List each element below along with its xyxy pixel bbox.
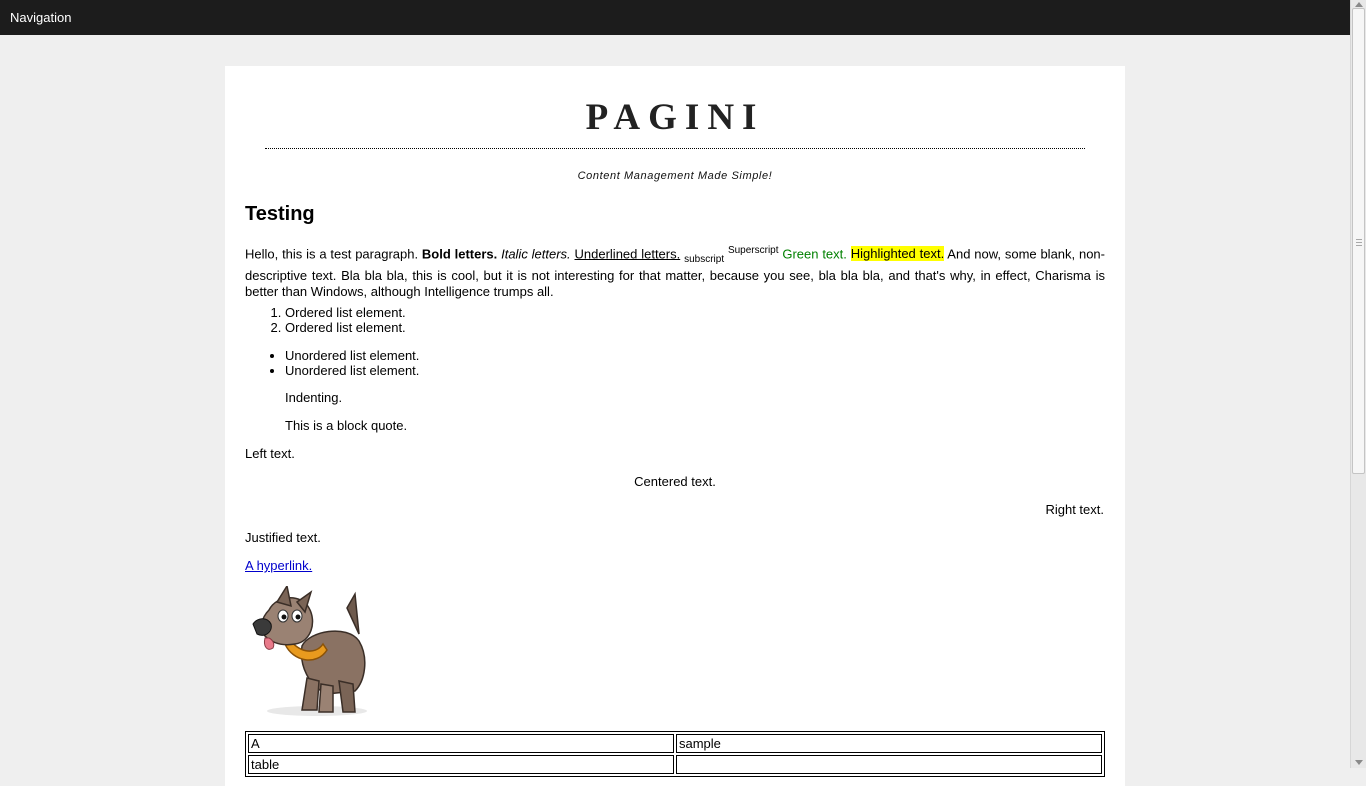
table-row: A sample [248,734,1102,753]
unordered-list: Unordered list element. Unordered list e… [245,348,419,378]
scroll-down-arrow-icon[interactable] [1355,760,1363,765]
vertical-scrollbar[interactable] [1350,0,1366,768]
left-aligned-text: Left text. [245,446,295,461]
scroll-thumb[interactable] [1352,8,1365,474]
navigation-toggle[interactable]: Navigation [10,10,71,25]
site-title: PAGINI [585,97,765,138]
justified-text: Justified text. [245,530,321,545]
list-item: Ordered list element. [285,320,406,335]
right-aligned-text: Right text. [1045,502,1104,517]
table-row: table [248,755,1102,774]
cartoon-dog-icon [252,586,367,716]
block-quote: This is a block quote. [285,418,408,433]
green-text: Green text. [782,246,847,262]
table-cell: A [248,734,674,753]
list-item: Unordered list element. [285,348,419,363]
ordered-list: Ordered list element. Ordered list eleme… [245,305,406,335]
site-tagline: Content Management Made Simple! [577,170,773,182]
scroll-up-arrow-icon[interactable] [1355,2,1363,7]
superscript-text: Superscript [727,245,779,256]
highlighted-text: Highlighted text. [850,246,945,262]
list-item: Ordered list element. [285,305,406,320]
title-divider [265,148,1085,149]
italic-text: Italic letters. [501,246,571,262]
table-cell: sample [676,734,1102,753]
article-heading: Testing [245,203,315,225]
test-paragraph: Hello, this is a test paragraph. Bold le… [245,243,1105,300]
table-cell [676,755,1102,774]
sample-table: A sample table [245,731,1105,777]
paragraph-intro: Hello, this is a test paragraph. [245,246,422,262]
centered-text: Centered text. [634,474,716,489]
underlined-text: Underlined letters. [574,246,681,262]
hyperlink-line: A hyperlink. [245,558,312,574]
sample-hyperlink[interactable]: A hyperlink. [245,558,312,573]
bold-text: Bold letters. [421,246,498,262]
indented-text: Indenting. [285,390,343,405]
table-cell: table [248,755,674,774]
scroll-grip-icon [1356,239,1362,246]
navigation-bar[interactable]: Navigation [0,0,1350,35]
page-container: PAGINI Content Management Made Simple! T… [225,66,1125,786]
subscript-text: subscript [684,253,725,265]
list-item: Unordered list element. [285,363,419,378]
